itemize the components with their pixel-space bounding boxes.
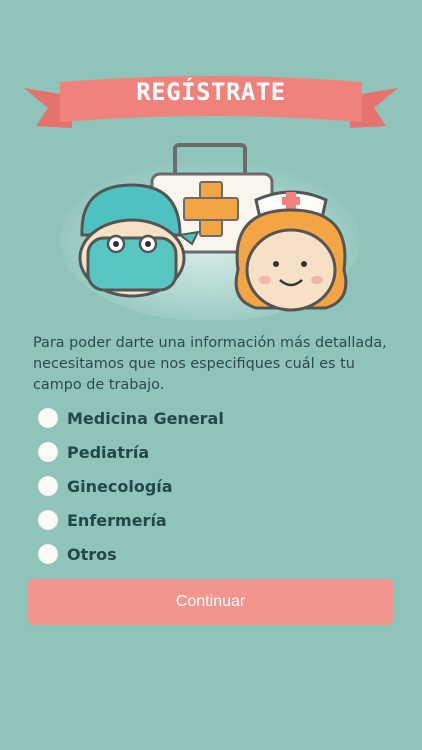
page-title: REGÍSTRATE xyxy=(136,78,286,106)
option-label: Pediatría xyxy=(67,442,150,462)
option-label: Enfermería xyxy=(67,510,167,530)
option-ginecologia[interactable]: Ginecología xyxy=(38,469,398,503)
radio-button[interactable] xyxy=(38,442,58,462)
option-enfermeria[interactable]: Enfermería xyxy=(38,503,398,537)
intro-text: Para poder darte una información más det… xyxy=(33,335,387,393)
radio-button[interactable] xyxy=(38,476,58,496)
continue-button[interactable]: Continuar xyxy=(28,579,393,625)
medical-staff-illustration xyxy=(60,143,360,320)
work-field-options: Medicina General Pediatría Ginecología E… xyxy=(38,401,398,571)
option-label: Medicina General xyxy=(67,408,224,428)
option-label: Ginecología xyxy=(67,476,173,496)
option-otros[interactable]: Otros xyxy=(38,537,398,571)
radio-button[interactable] xyxy=(38,544,58,564)
radio-button[interactable] xyxy=(38,510,58,530)
option-pediatria[interactable]: Pediatría xyxy=(38,435,398,469)
option-medicina-general[interactable]: Medicina General xyxy=(38,401,398,435)
radio-button[interactable] xyxy=(38,408,58,428)
option-label: Otros xyxy=(67,544,117,564)
